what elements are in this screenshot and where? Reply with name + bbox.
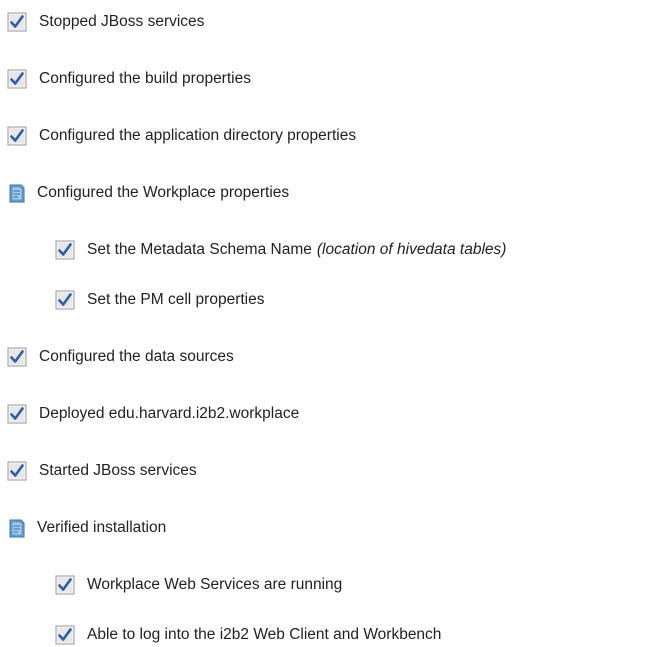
checkmark-icon [7,404,27,424]
item-label: Stopped JBoss services [39,13,205,30]
list-item: Verified installation [7,516,166,540]
checkmark-icon [55,240,75,260]
item-label: Workplace Web Services are running [87,576,343,593]
list-item: Stopped JBoss services [7,10,204,34]
document-icon [7,518,27,538]
list-item: Workplace Web Services are running [55,573,342,597]
list-item: Configured the data sources [7,345,234,369]
item-label: Configured the Workplace properties [37,184,290,201]
list-item: Configured the application directory pro… [7,124,356,148]
checkmark-icon [55,575,75,595]
list-item: Able to log into the i2b2 Web Client and… [55,623,441,647]
item-label: Deployed edu.harvard.i2b2.workplace [39,405,300,422]
list-item: Set the PM cell properties [55,288,264,312]
checkmark-icon [55,625,75,645]
checkmark-icon [7,126,27,146]
item-label: Able to log into the i2b2 Web Client and… [87,626,442,643]
item-label: Set the PM cell properties [87,291,265,308]
installation-checklist: Stopped JBoss services Configured the bu… [0,0,666,647]
list-item: Configured the Workplace properties [7,181,289,205]
checkmark-icon [7,69,27,89]
list-item: Set the Metadata Schema Name (location o… [55,238,506,262]
checkmark-icon [55,290,75,310]
list-item: Configured the build properties [7,67,251,91]
item-label: Configured the application directory pro… [39,127,357,144]
list-item: Started JBoss services [7,459,197,483]
checkmark-icon [7,461,27,481]
item-label: Started JBoss services [39,462,197,479]
document-icon [7,183,27,203]
checkmark-icon [7,12,27,32]
item-label: Configured the data sources [39,348,234,365]
item-label: Set the Metadata Schema Name [87,241,312,258]
item-note: (location of hivedata tables) [316,241,507,258]
item-label: Verified installation [37,519,167,536]
item-label: Configured the build properties [39,70,251,87]
list-item: Deployed edu.harvard.i2b2.workplace [7,402,299,426]
checkmark-icon [7,347,27,367]
